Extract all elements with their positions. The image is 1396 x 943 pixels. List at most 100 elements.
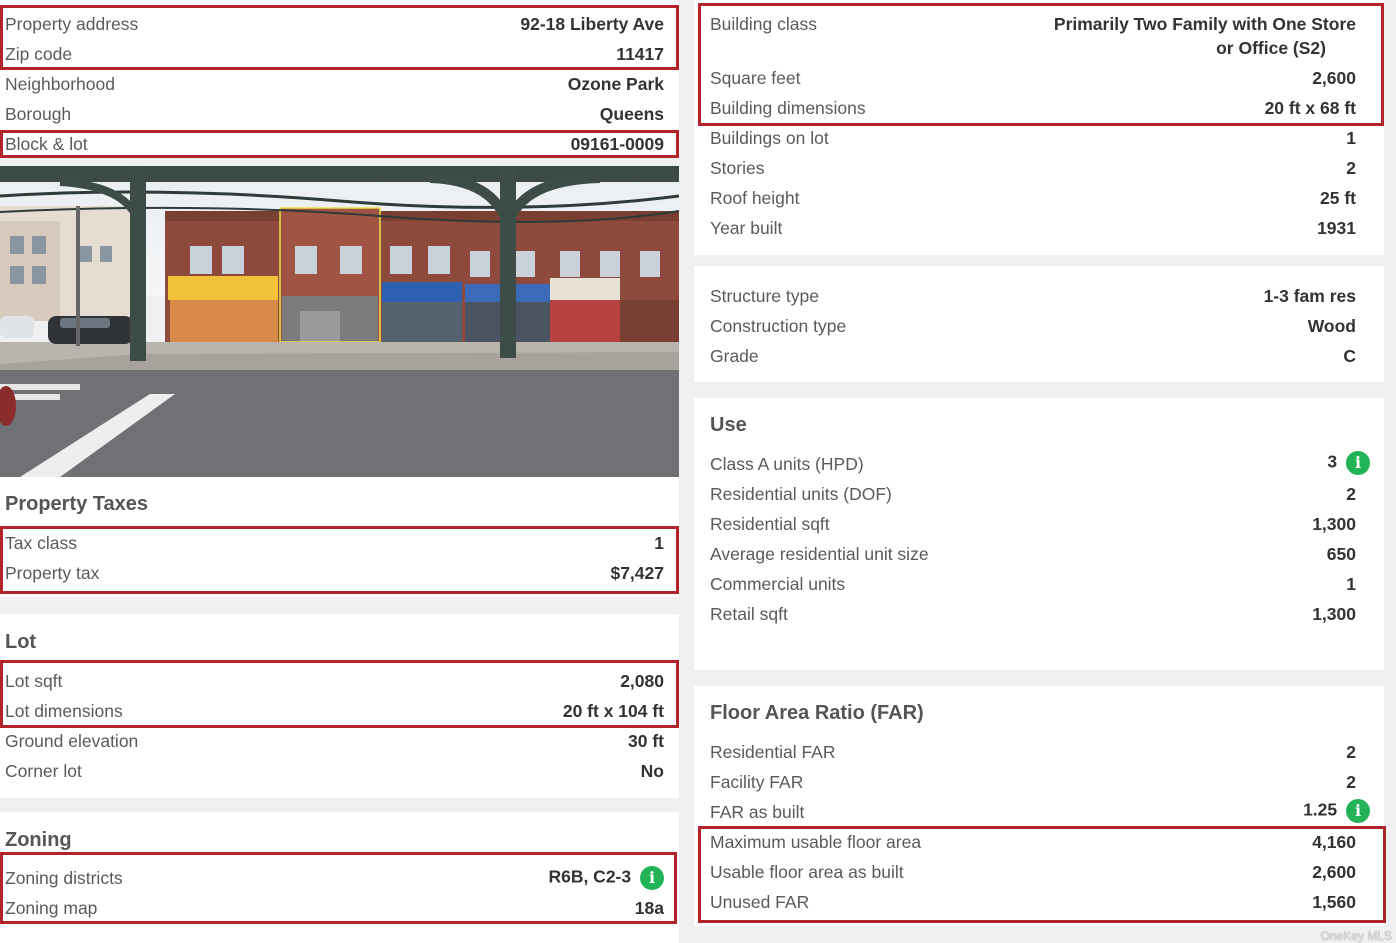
row-roof-height: Roof height 25 ft — [694, 184, 1384, 214]
value: 2,600 — [1312, 862, 1356, 882]
row-structure-type: Structure type 1-3 fam res — [694, 282, 1384, 312]
label: Tax class — [5, 533, 77, 553]
value: 2,080 — [620, 671, 664, 691]
row-building-class: Building class Primarily Two Family with… — [694, 10, 1384, 66]
value: Queens — [599, 104, 664, 124]
lot-card: Lot Lot sqft 2,080 Lot dimensions 20 ft … — [0, 614, 679, 798]
label: Year built — [710, 218, 783, 238]
row-grade: Grade C — [694, 342, 1384, 372]
label: Ground elevation — [5, 731, 139, 751]
label: Residential units (DOF) — [710, 484, 892, 504]
label: Maximum usable floor area — [710, 832, 922, 852]
value: Ozone Park — [567, 74, 664, 94]
section-title-lot: Lot — [5, 631, 37, 653]
label: Block & lot — [5, 134, 88, 154]
row-max-usable-floor-area: Maximum usable floor area 4,160 — [694, 828, 1384, 858]
row-neighborhood: Neighborhood Ozone Park — [0, 70, 679, 100]
row-commercial-units: Commercial units 1 — [694, 570, 1384, 600]
label: Buildings on lot — [710, 128, 829, 148]
label: Property tax — [5, 563, 100, 583]
section-title-zoning: Zoning — [5, 829, 72, 851]
row-facility-far: Facility FAR 2 — [694, 768, 1384, 798]
value: 4,160 — [1312, 832, 1356, 852]
row-property-address: Property address 92-18 Liberty Ave — [0, 10, 679, 40]
label: Average residential unit size — [710, 544, 929, 564]
info-icon[interactable]: i — [640, 866, 664, 890]
row-building-dimensions: Building dimensions 20 ft x 68 ft — [694, 94, 1384, 124]
info-icon[interactable]: i — [1346, 799, 1370, 823]
value: 20 ft x 104 ft — [562, 701, 664, 721]
far-as-built-value: 1.25 — [1303, 799, 1338, 820]
value: 92-18 Liberty Ave — [520, 14, 664, 34]
label: Commercial units — [710, 574, 846, 594]
label: FAR as built — [710, 802, 805, 822]
section-title-use: Use — [710, 414, 747, 436]
label: Building dimensions — [710, 98, 866, 118]
value: 30 ft — [628, 731, 664, 751]
row-usable-floor-area-built: Usable floor area as built 2,600 — [694, 858, 1384, 888]
row-stories: Stories 2 — [694, 154, 1384, 184]
row-property-tax: Property tax $7,427 — [0, 559, 679, 589]
row-buildings-on-lot: Buildings on lot 1 — [694, 124, 1384, 154]
value: 2 — [1346, 772, 1356, 792]
row-residential-far: Residential FAR 2 — [694, 738, 1384, 768]
value: 1,300 — [1312, 604, 1356, 624]
info-icon[interactable]: i — [1346, 451, 1370, 475]
building-card: Building class Primarily Two Family with… — [694, 0, 1384, 255]
value: Primarily Two Family with One Store or O… — [1054, 12, 1356, 60]
property-taxes-card: Property Taxes Tax class 1 Property tax … — [0, 477, 679, 597]
building-class-line1: Primarily Two Family with One Store — [1053, 14, 1356, 34]
label: Zoning districts — [5, 868, 123, 888]
value: 3 i — [1327, 451, 1370, 475]
row-year-built: Year built 1931 — [694, 214, 1384, 244]
value: 09161-0009 — [570, 134, 664, 154]
row-block-lot: Block & lot 09161-0009 — [0, 130, 679, 160]
value: Wood — [1307, 316, 1356, 336]
street-view-illustration — [0, 166, 679, 477]
label: Residential FAR — [710, 742, 836, 762]
building-class-line2: or Office (S2) — [1216, 38, 1326, 58]
label: Zip code — [5, 44, 73, 64]
value: 2 — [1346, 484, 1356, 504]
label: Structure type — [710, 286, 819, 306]
label: Residential sqft — [710, 514, 830, 534]
zoning-map-link[interactable]: 18a — [635, 898, 664, 919]
value: 25 ft — [1320, 188, 1356, 208]
value: 1.25 i — [1303, 799, 1370, 823]
class-a-units-value: 3 — [1327, 451, 1338, 472]
value: R6B, C2-3 i — [548, 866, 664, 890]
row-zip-code: Zip code 11417 — [0, 40, 679, 70]
value: 1-3 fam res — [1263, 286, 1356, 306]
value: 1 — [1346, 128, 1356, 148]
label: Lot sqft — [5, 671, 63, 691]
zoning-card: Zoning Zoning districts R6B, C2-3 i Zoni… — [0, 812, 679, 943]
label: Borough — [5, 104, 72, 124]
label: Usable floor area as built — [710, 862, 904, 882]
section-title-property-taxes: Property Taxes — [5, 493, 149, 515]
label: Retail sqft — [710, 604, 788, 624]
row-unused-far: Unused FAR 1,560 — [694, 888, 1384, 918]
value: 1 — [654, 533, 664, 553]
value: C — [1343, 346, 1356, 366]
row-average-unit-size: Average residential unit size 650 — [694, 540, 1384, 570]
row-far-as-built: FAR as built 1.25 i — [694, 798, 1384, 828]
label: Facility FAR — [710, 772, 804, 792]
label: Neighborhood — [5, 74, 115, 94]
label: Class A units (HPD) — [710, 454, 864, 474]
row-lot-sqft: Lot sqft 2,080 — [0, 667, 679, 697]
row-retail-sqft: Retail sqft 1,300 — [694, 600, 1384, 630]
row-residential-sqft: Residential sqft 1,300 — [694, 510, 1384, 540]
row-class-a-units: Class A units (HPD) 3 i — [694, 450, 1384, 480]
row-residential-units: Residential units (DOF) 2 — [694, 480, 1384, 510]
value: 1 — [1346, 574, 1356, 594]
value: $7,427 — [610, 563, 664, 583]
structure-card: Structure type 1-3 fam res Construction … — [694, 266, 1384, 382]
row-square-feet: Square feet 2,600 — [694, 64, 1384, 94]
value: 2 — [1346, 158, 1356, 178]
label: Corner lot — [5, 761, 82, 781]
label: Zoning map — [5, 898, 98, 918]
row-corner-lot: Corner lot No — [0, 757, 679, 787]
label: Stories — [710, 158, 765, 178]
row-zoning-map: Zoning map 18a — [0, 894, 679, 924]
value: 2 — [1346, 742, 1356, 762]
